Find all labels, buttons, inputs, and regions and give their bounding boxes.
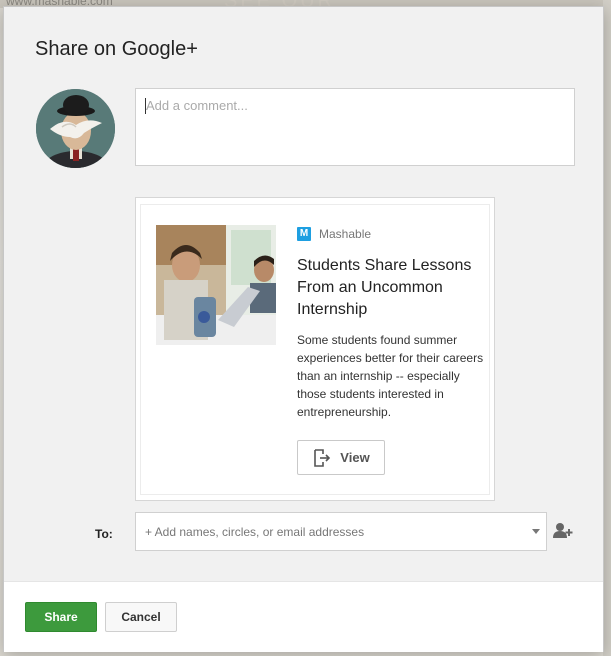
article-description: Some students found summer experiences b… — [297, 333, 484, 419]
article-thumbnail — [156, 225, 276, 345]
text-caret — [145, 98, 146, 114]
dialog-title: Share on Google+ — [35, 38, 198, 60]
to-label: To: — [95, 527, 113, 541]
source-name: Mashable — [319, 227, 372, 241]
background-right-edge — [603, 0, 611, 656]
view-label: View — [340, 450, 370, 465]
chevron-down-icon[interactable] — [532, 529, 540, 534]
comment-input[interactable] — [135, 88, 575, 166]
recipients-input[interactable]: + Add names, circles, or email addresses — [135, 512, 547, 551]
share-dialog: Share on Google+ Add a comment... M Mash… — [3, 6, 604, 652]
recipients-placeholder: + Add names, circles, or email addresses — [145, 525, 365, 539]
link-preview-card: M Mashable Students Share Lessons From a… — [135, 197, 495, 501]
open-external-icon — [314, 448, 331, 467]
dialog-footer: Share Cancel — [4, 581, 603, 652]
article-title: Students Share Lessons From an Uncommon … — [297, 257, 472, 318]
mashable-logo-icon: M — [297, 227, 311, 241]
article-source: M Mashable — [297, 227, 371, 241]
share-button[interactable]: Share — [25, 602, 97, 632]
user-avatar — [36, 89, 115, 168]
view-button[interactable]: View — [297, 440, 385, 475]
cancel-button[interactable]: Cancel — [105, 602, 177, 632]
link-preview-inner: M Mashable Students Share Lessons From a… — [140, 204, 490, 495]
add-person-icon[interactable] — [553, 521, 573, 541]
